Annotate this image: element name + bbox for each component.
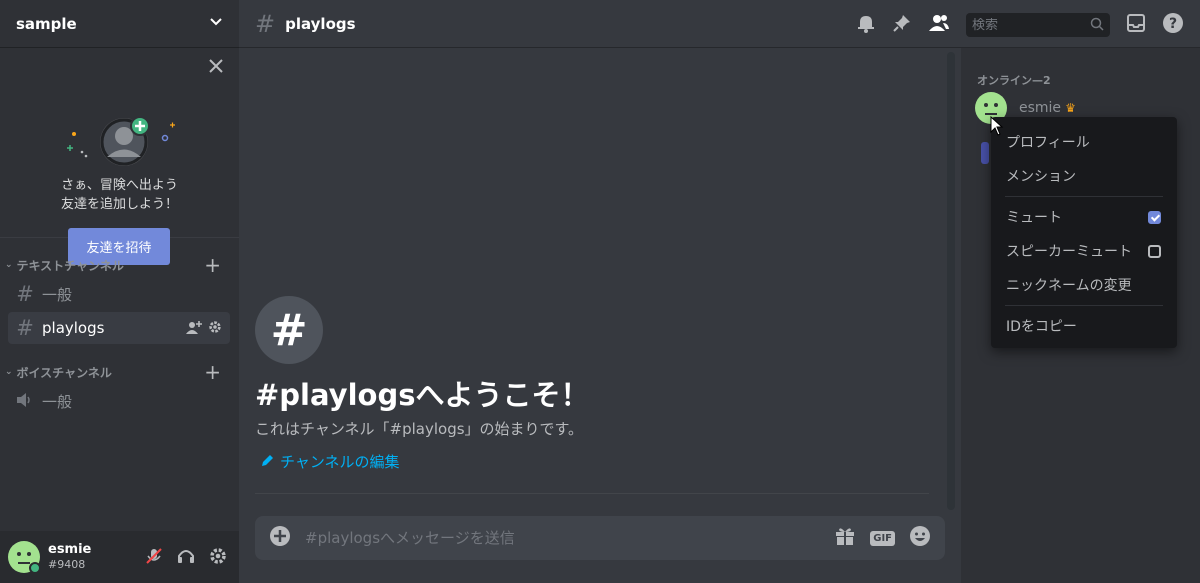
gear-icon[interactable]	[208, 320, 222, 340]
user-tag: #9408	[48, 558, 86, 571]
invite-user-icon[interactable]	[186, 320, 202, 340]
gif-button[interactable]: GIF	[870, 530, 895, 546]
menu-label: スピーカーミュート	[1006, 244, 1132, 260]
menu-item-copy-id[interactable]: IDをコピー	[1001, 309, 1167, 343]
voice-channel-general[interactable]: 一般	[8, 385, 230, 417]
welcome-title: #playlogsへようこそ！	[255, 378, 590, 412]
channel-label: 一般	[42, 392, 73, 411]
channel-label: playlogs	[42, 319, 105, 337]
mouse-cursor-icon	[990, 116, 1004, 136]
menu-label: メンション	[1006, 169, 1076, 185]
add-channel-icon[interactable]: +	[204, 253, 221, 277]
search-icon	[1090, 16, 1104, 35]
chevron-down-icon[interactable]	[209, 14, 223, 33]
channel-label: 一般	[42, 285, 73, 304]
edit-channel-label: チャンネルの編集	[280, 453, 400, 471]
scrollbar[interactable]	[947, 52, 955, 510]
message-composer: GIF	[255, 516, 945, 560]
chat-area: # #playlogsへようこそ！ これはチャンネル「#playlogs」の始ま…	[239, 0, 961, 583]
category-label: ボイスチャンネル	[16, 365, 112, 380]
avatar[interactable]	[8, 541, 41, 574]
channel-item-playlogs[interactable]: # playlogs	[8, 312, 230, 344]
pencil-icon	[261, 453, 274, 471]
svg-text:?: ?	[1169, 16, 1177, 32]
menu-item-mention[interactable]: メンション	[1001, 159, 1167, 193]
menu-label: プロフィール	[1006, 135, 1090, 151]
bell-icon[interactable]	[856, 13, 876, 37]
add-channel-icon[interactable]: +	[204, 360, 221, 384]
promo-line-1: さぁ、冒険へ出よう	[61, 178, 178, 193]
user-context-menu: プロフィール メンション ミュート スピーカーミュート ニックネームの変更 ID…	[991, 117, 1177, 348]
category-voice-channels[interactable]: ⌄ ボイスチャンネル +	[0, 360, 239, 384]
headphones-icon[interactable]	[177, 547, 195, 569]
mute-checkbox[interactable]	[1148, 210, 1161, 224]
channel-title: playlogs	[285, 14, 356, 33]
menu-item-profile[interactable]: プロフィール	[1001, 125, 1167, 159]
close-icon[interactable]	[209, 58, 223, 77]
menu-item-speaker-mute[interactable]: スピーカーミュート	[1001, 234, 1167, 268]
add-attachment-icon[interactable]	[269, 525, 291, 551]
channel-hash-icon: #	[255, 296, 323, 364]
server-name: sample	[16, 14, 77, 33]
menu-label: ミュート	[1006, 210, 1062, 226]
online-count-label: オンライン—2	[977, 74, 1051, 87]
menu-item-nickname[interactable]: ニックネームの変更	[1001, 268, 1167, 302]
member-name: esmie	[1019, 100, 1062, 116]
member-item[interactable]	[981, 142, 989, 164]
menu-divider	[1005, 196, 1163, 197]
category-text-channels[interactable]: ⌄ テキストチャンネル +	[0, 253, 239, 277]
menu-divider	[1005, 305, 1163, 306]
welcome-description: これはチャンネル「#playlogs」の始まりです。	[255, 420, 584, 438]
mic-muted-icon[interactable]	[145, 547, 163, 569]
hash-icon: #	[16, 282, 34, 306]
menu-label: IDをコピー	[1006, 319, 1077, 335]
message-input[interactable]	[305, 529, 835, 547]
search-input[interactable]	[972, 17, 1082, 33]
gear-icon[interactable]	[209, 547, 227, 569]
channel-sidebar: sample さぁ、冒険へ出よう 友達を追加しよう！ 友達を招待 ⌄ テキストチ…	[0, 0, 239, 583]
promo-line-2: 友達を追加しよう！	[60, 197, 178, 212]
channel-item-general[interactable]: # 一般	[8, 278, 230, 310]
hash-icon: #	[16, 316, 34, 340]
user-panel: esmie #9408	[0, 531, 239, 583]
members-icon[interactable]	[928, 13, 950, 37]
inbox-icon[interactable]	[1126, 13, 1146, 37]
gift-icon[interactable]	[834, 525, 856, 551]
speaker-mute-checkbox[interactable]	[1148, 244, 1161, 258]
server-header[interactable]: sample	[0, 0, 239, 48]
pin-icon[interactable]	[892, 13, 912, 37]
promo-text: さぁ、冒険へ出よう 友達を追加しよう！	[0, 176, 239, 214]
friends-illustration-icon	[67, 116, 175, 166]
speaker-icon	[16, 389, 34, 413]
channel-header: # playlogs ?	[239, 0, 1200, 48]
menu-label: ニックネームの変更	[1006, 278, 1132, 294]
crown-icon: ♛	[1065, 101, 1076, 115]
menu-item-mute[interactable]: ミュート	[1001, 200, 1167, 234]
divider	[255, 493, 929, 494]
chevron-down-icon: ⌄	[5, 260, 13, 270]
help-icon[interactable]: ?	[1162, 12, 1184, 38]
hash-icon: #	[255, 9, 276, 38]
edit-channel-link[interactable]: チャンネルの編集	[261, 451, 400, 472]
chevron-down-icon: ⌄	[5, 367, 13, 377]
emoji-icon[interactable]	[909, 525, 931, 551]
category-label: テキストチャンネル	[16, 258, 124, 273]
user-name: esmie	[48, 542, 92, 557]
search-box[interactable]	[966, 13, 1110, 37]
add-friends-promo: さぁ、冒険へ出よう 友達を追加しよう！ 友達を招待	[0, 48, 239, 265]
